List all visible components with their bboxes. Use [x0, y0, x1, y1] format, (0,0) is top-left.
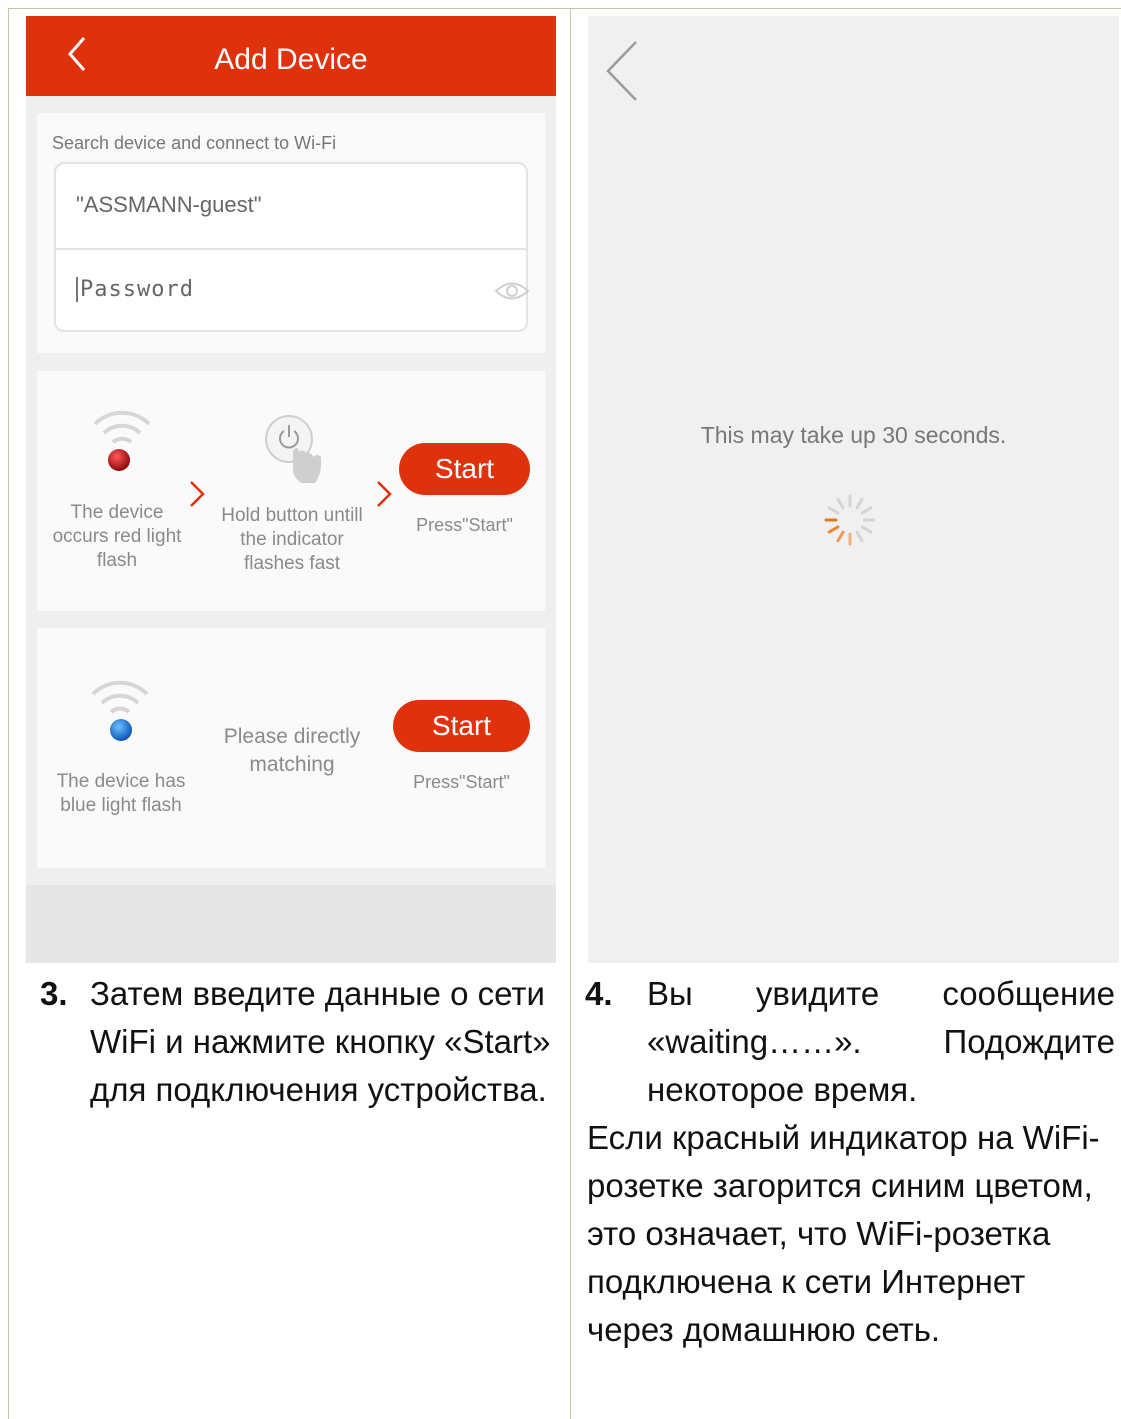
- table-border-top: [8, 8, 1121, 9]
- table-border-left: [8, 8, 9, 1419]
- wifi-fields: "ASSMANN-guest" Password: [54, 162, 530, 332]
- step-number: 4.: [585, 975, 613, 1012]
- press-start-hint: Press"Start": [416, 515, 513, 535]
- step-caption-direct-matching: Please directly matching: [223, 725, 361, 776]
- step-text: Вы увидите сообщение «waiting……». Подожд…: [647, 975, 1115, 1108]
- blue-led-indicator: [110, 719, 132, 741]
- step-explanation: Если красный индикатор на WiFi-розетке з…: [587, 1119, 1100, 1348]
- chevron-right-icon: [190, 481, 205, 507]
- wifi-form-label: Search device and connect to Wi-Fi: [52, 133, 337, 153]
- password-input[interactable]: Password: [76, 277, 194, 302]
- wifi-signal-icon: [91, 680, 149, 714]
- eye-icon[interactable]: [494, 278, 530, 304]
- waiting-screen: This may take up 30 seconds.: [588, 16, 1119, 963]
- app-header: Add Device: [26, 16, 556, 96]
- hold-button-hand-icon: [265, 415, 321, 483]
- page-title: Add Device: [214, 43, 368, 76]
- ssid-field[interactable]: "ASSMANN-guest": [76, 192, 262, 218]
- wifi-form-card: Search device and connect to Wi-Fi "ASSM…: [37, 113, 545, 353]
- step-caption-hold-button: Hold button untill the indicator flashes…: [221, 505, 363, 574]
- loading-spinner-icon: [824, 494, 876, 546]
- start-button-blue-mode[interactable]: Start: [393, 700, 530, 752]
- red-led-indicator: [108, 449, 130, 471]
- chevron-right-icon: [377, 481, 392, 507]
- step-caption-red-light: The device occurs red light flash: [52, 502, 182, 571]
- step-caption-blue-light: The device has blue light flash: [56, 771, 186, 816]
- table-border-middle: [570, 8, 571, 1419]
- step-number: 3.: [40, 975, 68, 1012]
- step-text: Затем введите данные о сети WiFi и нажми…: [90, 975, 551, 1108]
- waiting-message: This may take up 30 seconds.: [700, 422, 1007, 448]
- start-button-red-mode[interactable]: Start: [399, 443, 530, 495]
- add-device-screen: Add Device Search device and connect to …: [26, 16, 556, 963]
- back-arrow-icon[interactable]: [602, 34, 642, 104]
- press-start-hint: Press"Start": [413, 772, 510, 792]
- field-divider: [56, 248, 526, 250]
- wifi-signal-icon: [93, 410, 151, 444]
- bottom-empty-area: [26, 885, 556, 963]
- blue-light-mode-card: The device has blue light flash Please d…: [37, 628, 545, 868]
- red-light-mode-card: The device occurs red light flash Hold b…: [37, 371, 545, 611]
